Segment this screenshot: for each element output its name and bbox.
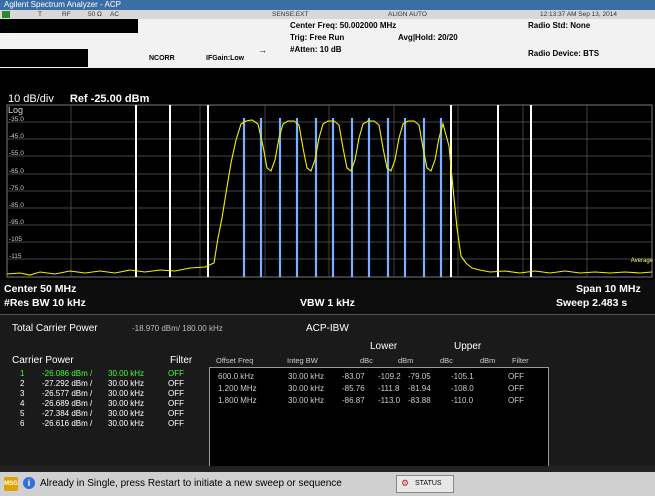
lower-header: Lower xyxy=(370,341,398,352)
y-tick: -35.0 xyxy=(9,116,24,123)
axis-footer: Center 50 MHz #Res BW 10 kHz VBW 1 kHz S… xyxy=(0,280,655,314)
table-row: 1.800 MHz 30.00 kHz -86.87 -113.0 -83.88 -110… xyxy=(218,396,524,405)
y-tick: -65.0 xyxy=(9,168,24,175)
y-tick: -105 xyxy=(9,236,23,243)
upper-header: Upper xyxy=(454,341,482,352)
log-label: Log xyxy=(8,105,24,115)
ref-level: Ref -25.00 dBm xyxy=(69,93,150,105)
total-carrier-power-label: Total Carrier Power xyxy=(12,323,98,334)
carrier-row: 6 -26.616 dBm /30.00 kHz OFF xyxy=(20,419,184,428)
col-header: dBm xyxy=(398,356,414,365)
info-icon: i xyxy=(23,477,35,489)
trigger-label: Trig: Free Run xyxy=(290,33,345,42)
status-icon: ⚙ xyxy=(401,478,410,488)
span-label: Span 10 MHz xyxy=(576,283,641,295)
y-tick: -85.0 xyxy=(9,202,24,209)
col-header: dBc xyxy=(440,356,453,365)
scale-label: 10 dB/div Ref -25.00 dBm xyxy=(8,93,150,105)
status-indicator-icon xyxy=(2,11,10,18)
carrier-markers xyxy=(242,118,443,277)
carrier-row: 1 -26.086 dBm /30.00 kHz OFF xyxy=(20,369,184,378)
center-label: Center 50 MHz xyxy=(4,283,77,295)
y-tick: -45.0 xyxy=(9,133,24,140)
impedance-indicator: 50 Ω xyxy=(88,11,102,18)
graticule-grid xyxy=(7,105,652,277)
avg-hold-label: Avg|Hold: 20/20 xyxy=(398,33,458,42)
y-tick: -115 xyxy=(9,253,22,260)
rf-indicator: RF xyxy=(62,11,71,18)
status-message: Already in Single, press Restart to init… xyxy=(40,478,342,489)
res-bw-label: #Res BW 10 kHz xyxy=(4,297,86,309)
carrier-row: 3 -26.577 dBm /30.00 kHz OFF xyxy=(20,389,184,398)
col-header: Filter xyxy=(512,356,529,365)
y-tick: -75.0 xyxy=(9,185,24,192)
carrier-row: 4 -26.689 dBm /30.00 kHz OFF xyxy=(20,399,184,408)
average-label: Average xyxy=(630,258,653,264)
status-button[interactable]: ⚙ STATUS xyxy=(396,475,454,493)
col-header: dBm xyxy=(480,356,496,365)
col-header: dBc xyxy=(360,356,373,365)
col-header: Integ BW xyxy=(287,356,318,365)
carrier-row: 5 -27.384 dBm /30.00 kHz OFF xyxy=(20,409,184,418)
align-indicator: ALIGN AUTO xyxy=(388,11,427,18)
status-row: T RF 50 Ω AC SENSE:EXT ALIGN AUTO 12:13:… xyxy=(0,10,655,19)
measurement-header: NCORR IFGain:Low → Center Freq: 50.00200… xyxy=(0,19,655,68)
spectrum-display[interactable]: 10 dB/div Ref -25.00 dBm Log -35.0 -45.0 … xyxy=(0,68,655,314)
trigger-arrow-icon: → xyxy=(258,45,267,55)
mode-label: ACP-IBW xyxy=(306,323,349,334)
y-tick: -55.0 xyxy=(9,150,24,157)
radio-std-label: Radio Std: None xyxy=(528,21,591,30)
status-button-label: STATUS xyxy=(415,480,442,487)
table-row: 600.0 kHz 30.00 kHz -83.07 -109.2 -79.05 -105… xyxy=(218,372,524,381)
annotation-box xyxy=(0,19,138,33)
table-row: 1.200 MHz 30.00 kHz -85.76 -111.8 -81.94 -108… xyxy=(218,384,524,393)
center-freq-label: Center Freq: 50.002000 MHz xyxy=(290,21,397,30)
trigger-indicator: T xyxy=(38,11,42,18)
datetime: 12:13:37 AM Sep 13, 2014 xyxy=(540,11,617,18)
filter-label: Filter xyxy=(170,355,193,366)
y-tick: -95.0 xyxy=(9,219,24,226)
total-carrier-power-value: -18.970 dBm/ 180.00 kHz xyxy=(132,324,223,333)
coupling-indicator: AC xyxy=(110,11,120,18)
spectrum-trace xyxy=(6,119,653,276)
ifgain-label: IFGain:Low xyxy=(206,55,245,62)
ncorr-label: NCORR xyxy=(149,55,175,62)
msg-icon[interactable]: MSG xyxy=(4,477,18,491)
sweep-label: Sweep 2.483 s xyxy=(556,297,628,309)
sense-indicator: SENSE:EXT xyxy=(272,11,309,18)
annotation-box xyxy=(0,49,88,67)
atten-label: #Atten: 10 dB xyxy=(290,45,342,54)
offset-table: 600.0 kHz 30.00 kHz -83.07 -109.2 -79.05 -105… xyxy=(209,367,549,467)
vbw-label: VBW 1 kHz xyxy=(300,297,355,309)
window-title: Agilent Spectrum Analyzer - ACP xyxy=(0,0,655,10)
radio-device-label: Radio Device: BTS xyxy=(528,49,600,58)
carrier-power-label: Carrier Power xyxy=(12,355,74,366)
carrier-row: 2 -27.292 dBm /30.00 kHz OFF xyxy=(20,379,184,388)
col-header: Offset Freq xyxy=(216,356,254,365)
message-bar: MSG i Already in Single, press Restart t… xyxy=(0,472,655,496)
measurement-results: Total Carrier Power -18.970 dBm/ 180.00 … xyxy=(0,314,655,467)
